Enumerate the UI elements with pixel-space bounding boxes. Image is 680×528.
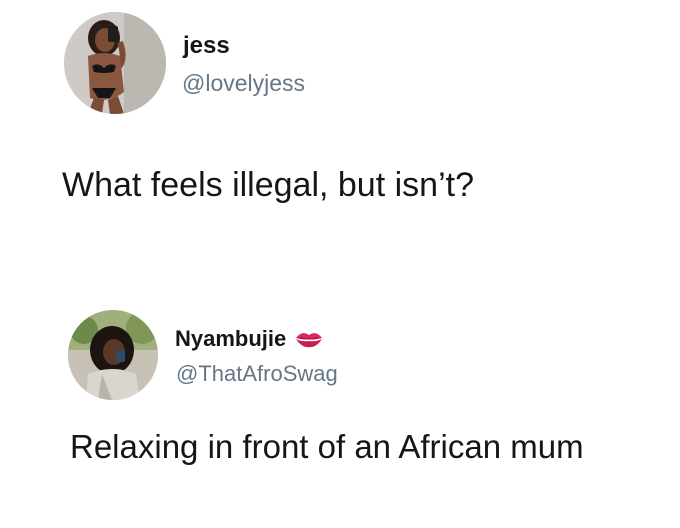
avatar-nyambujie[interactable] [68,310,158,400]
tweet-text: Relaxing in front of an African mum [70,428,584,465]
tweet-original[interactable]: jess @lovelyjess What feels illegal, but… [0,0,680,270]
avatar-jess[interactable] [64,12,166,114]
display-name[interactable]: Nyambujie [175,326,286,352]
name-row: Nyambujie [175,326,324,352]
display-name[interactable]: jess [183,32,230,60]
avatar-photo [64,12,166,114]
tweet-reply[interactable]: Nyambujie @ThatAfroSwag Relaxing in fron… [0,270,680,528]
user-handle[interactable]: @ThatAfroSwag [176,361,338,387]
avatar-photo [68,310,158,400]
user-handle[interactable]: @lovelyjess [182,70,305,97]
kiss-mark-icon [294,328,324,350]
tweet-text: What feels illegal, but isn’t? [62,166,474,204]
